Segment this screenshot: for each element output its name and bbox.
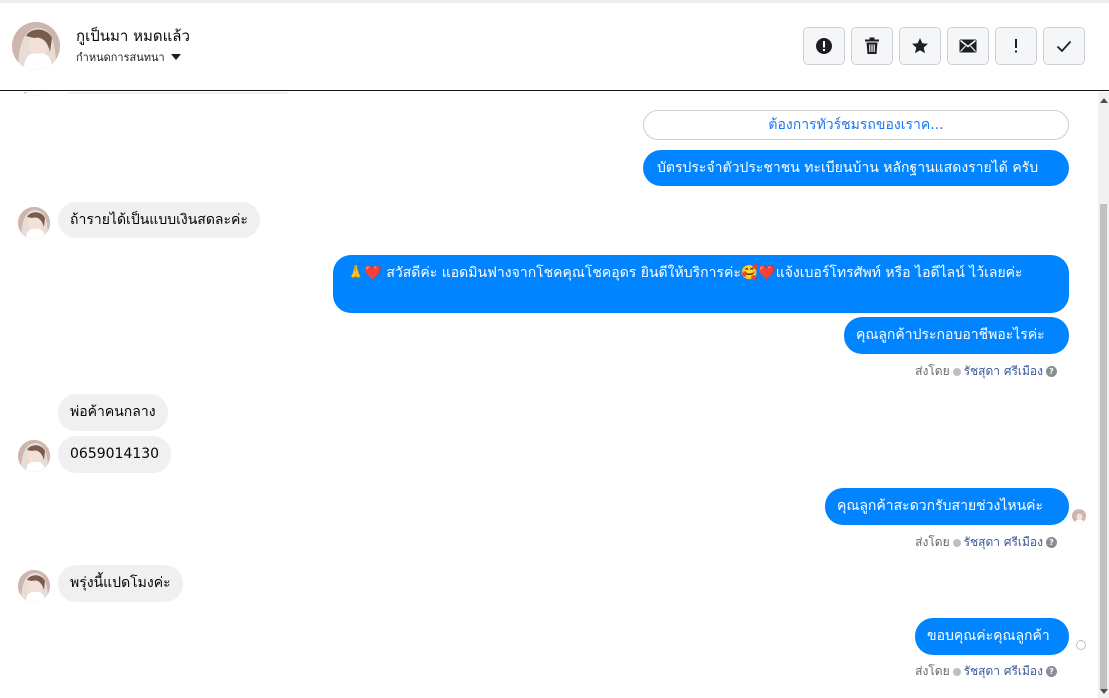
contact-avatar-small [18,440,50,472]
sent-by-line: ส่งโดย รัชสุดา ศรีเมือง ? [915,362,1057,381]
star-icon [911,37,929,55]
page-badge-icon [952,367,961,376]
header-top-border [0,0,1109,3]
exclamation-icon [1013,38,1019,54]
alert-circle-icon [815,37,833,55]
help-icon[interactable]: ? [1046,537,1057,548]
help-icon[interactable]: ? [1046,666,1057,677]
thread-scrollbar[interactable] [1098,92,1109,698]
sent-by-name[interactable]: รัชสุดา ศรีเมือง [964,662,1043,681]
help-icon[interactable]: ? [1046,366,1057,377]
conversation-header: กูเป็นมา หมดแล้ว กำหนดการสนทนา [0,0,1109,91]
envelope-icon [959,39,977,53]
check-icon [1056,39,1072,53]
message-in[interactable]: พรุ่งนี้แปดโมงค่ะ [58,565,183,602]
delete-button[interactable] [851,27,893,65]
message-thread: ต้องการทัวร์ชมรถของเราค... บัตรประจำตัวป… [0,92,1098,698]
message-in[interactable]: 0659014130 [58,436,172,473]
message-in[interactable]: ถ้ารายได้เป็นแบบเงินสดละค่ะ [58,202,260,238]
scroll-up-arrow-icon[interactable] [1100,98,1108,103]
sent-by-line: ส่งโดย รัชสุดา ศรีเมือง ? [915,662,1057,681]
mark-done-button[interactable] [1043,27,1085,65]
contact-name[interactable]: กูเป็นมา หมดแล้ว [76,24,190,48]
trash-icon [864,37,880,55]
scrollbar-thumb[interactable] [1100,204,1107,690]
spam-button[interactable] [803,27,845,65]
assign-conversation-label: กำหนดการสนทนา [76,51,165,64]
sent-by-line: ส่งโดย รัชสุดา ศรีเมือง ? [915,533,1057,552]
message-in[interactable]: พ่อค้าคนกลาง [58,394,168,431]
message-out[interactable]: 🙏❤️ สวัสดีค่ะ แอดมินฟางจากโชคคุณโชคอุดร … [333,255,1069,313]
contact-avatar-small [18,92,50,96]
page-badge-icon [952,538,961,547]
sent-by-prefix: ส่งโดย [915,535,950,549]
sent-by-name[interactable]: รัชสุดา ศรีเมือง [964,533,1043,552]
message-bubble-partial [58,92,298,94]
contact-avatar-small [18,207,50,239]
caret-down-icon [170,54,181,60]
follow-up-button[interactable] [995,27,1037,65]
contact-avatar-small [18,570,50,602]
message-out[interactable]: คุณลูกค้าประกอบอาชีพอะไรค่ะ [844,317,1069,354]
message-out[interactable]: บัตรประจำตัวประชาชน ทะเบียนบ้าน หลักฐานแ… [643,150,1069,186]
sent-by-prefix: ส่งโดย [915,664,950,678]
message-out[interactable]: ขอบคุณค่ะคุณลูกค้า [915,618,1069,655]
conversation-actions [803,27,1085,65]
sent-by-name[interactable]: รัชสุดา ศรีเมือง [964,362,1043,381]
assign-conversation-dropdown[interactable]: กำหนดการสนทนา [76,48,181,66]
delivered-check-icon [1076,640,1086,650]
scroll-down-arrow-icon[interactable] [1100,689,1108,694]
seen-avatar [1072,509,1086,523]
mark-unread-button[interactable] [947,27,989,65]
page-badge-icon [952,667,961,676]
message-out[interactable]: คุณลูกค้าสะดวกรับสายช่วงไหนค่ะ [825,488,1069,525]
contact-avatar[interactable] [12,22,60,70]
sent-by-prefix: ส่งโดย [915,364,950,378]
quick-reply-button[interactable]: ต้องการทัวร์ชมรถของเราค... [643,110,1069,140]
star-button[interactable] [899,27,941,65]
